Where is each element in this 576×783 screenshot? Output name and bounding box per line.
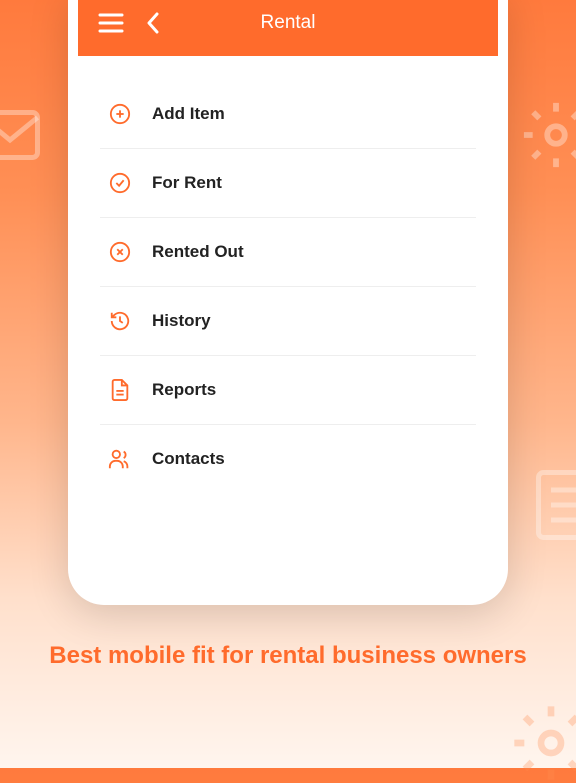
file-icon — [108, 378, 132, 402]
page-title: Rental — [261, 12, 316, 34]
back-button[interactable] — [146, 12, 160, 34]
document-bg-icon — [536, 470, 576, 540]
menu-item-for-rent[interactable]: For Rent — [100, 149, 476, 218]
menu-item-add-item[interactable]: Add Item — [100, 80, 476, 149]
menu-item-label: Rented Out — [152, 242, 244, 262]
history-icon — [108, 309, 132, 333]
menu-item-label: For Rent — [152, 173, 222, 193]
mail-bg-icon — [0, 110, 40, 160]
chevron-left-icon — [146, 12, 160, 34]
users-icon — [108, 447, 132, 471]
menu-item-label: Reports — [152, 380, 216, 400]
x-circle-icon — [108, 240, 132, 264]
menu-item-rented-out[interactable]: Rented Out — [100, 218, 476, 287]
menu-item-reports[interactable]: Reports — [100, 356, 476, 425]
check-circle-icon — [108, 171, 132, 195]
hamburger-icon — [98, 13, 124, 33]
gear-bg-icon — [521, 100, 576, 170]
menu-list: Add Item For Rent Rented Out History Rep — [78, 56, 498, 493]
menu-button[interactable] — [98, 13, 124, 33]
menu-item-label: Add Item — [152, 104, 225, 124]
menu-item-label: Contacts — [152, 449, 225, 469]
plus-circle-icon — [108, 102, 132, 126]
phone-frame: Rental Add Item For Rent Rented Out Hi — [68, 0, 508, 605]
menu-item-label: History — [152, 311, 211, 331]
menu-item-contacts[interactable]: Contacts — [100, 425, 476, 493]
menu-item-history[interactable]: History — [100, 287, 476, 356]
app-header: Rental — [78, 0, 498, 56]
tagline: Best mobile fit for rental business owne… — [0, 640, 576, 672]
gear-bg-icon-2 — [511, 703, 576, 783]
tagline-text: Best mobile fit for rental business owne… — [40, 640, 536, 672]
